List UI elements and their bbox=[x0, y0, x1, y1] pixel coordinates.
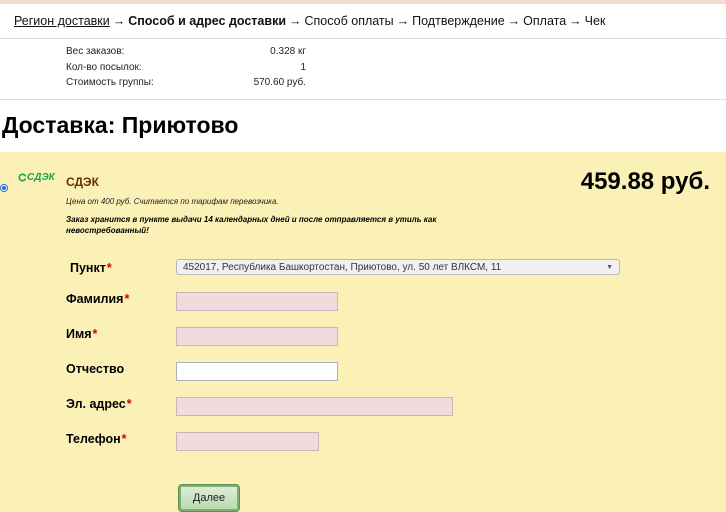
summary-row-group-cost: Стоимость группы: 570.60 руб. bbox=[66, 77, 306, 93]
firstname-field[interactable] bbox=[176, 327, 338, 346]
breadcrumb-step-payment: Способ оплаты bbox=[304, 14, 394, 28]
chevron-down-icon: ▼ bbox=[606, 264, 613, 271]
summary-value: 570.60 руб. bbox=[253, 77, 306, 88]
pickup-point-select[interactable]: 452017, Республика Башкортостан, Приютов… bbox=[176, 259, 620, 275]
breadcrumb-step-pay: Оплата bbox=[523, 14, 567, 28]
order-summary: Вес заказов: 0.328 кг Кол-во посылок: 1 … bbox=[66, 46, 306, 93]
delivery-price: 459.88 руб. bbox=[580, 168, 710, 195]
summary-row-weight: Вес заказов: 0.328 кг bbox=[66, 46, 306, 62]
firstname-label: Имя* bbox=[66, 327, 97, 341]
summary-row-parcels: Кол-во посылок: 1 bbox=[66, 62, 306, 78]
logo-text: СДЭК bbox=[27, 172, 55, 183]
phone-field[interactable] bbox=[176, 432, 319, 451]
storage-warning: Заказ хранится в пункте выдачи 14 календ… bbox=[66, 215, 437, 235]
carrier-name: СДЭК bbox=[66, 175, 99, 189]
required-mark: * bbox=[92, 327, 98, 341]
delivery-option-radio[interactable] bbox=[0, 184, 8, 192]
breadcrumb-step-region[interactable]: Регион доставки bbox=[14, 14, 110, 28]
summary-value: 1 bbox=[300, 61, 306, 73]
breadcrumb-separator: → bbox=[507, 14, 521, 28]
email-label: Эл. адрес* bbox=[66, 397, 132, 411]
label-text: Фамилия bbox=[66, 292, 124, 306]
top-strip bbox=[0, 0, 726, 4]
required-mark: * bbox=[106, 261, 112, 275]
phone-label: Телефон* bbox=[66, 432, 127, 446]
summary-label: Вес заказов: bbox=[66, 46, 125, 57]
middlename-field[interactable] bbox=[176, 362, 338, 381]
pickup-point-value: 452017, Республика Башкортостан, Приютов… bbox=[183, 262, 502, 273]
label-text: Отчество bbox=[66, 362, 125, 376]
label-text: Пункт bbox=[70, 261, 106, 275]
breadcrumb-separator: → bbox=[112, 14, 126, 28]
label-text: Имя bbox=[66, 327, 92, 341]
required-mark: * bbox=[124, 292, 130, 306]
summary-value: 0.328 кг bbox=[270, 46, 306, 57]
breadcrumb-separator: → bbox=[396, 14, 410, 28]
label-text: Телефон bbox=[66, 432, 121, 446]
breadcrumb-step-delivery-current: Способ и адрес доставки bbox=[128, 14, 287, 28]
breadcrumb-step-receipt: Чек bbox=[584, 14, 606, 28]
breadcrumb-separator: → bbox=[569, 14, 582, 28]
cdek-logo: СДЭК bbox=[18, 172, 55, 183]
next-button[interactable]: Далее bbox=[178, 484, 240, 512]
required-mark: * bbox=[121, 432, 127, 446]
breadcrumb: Регион доставки → Способ и адрес доставки →… bbox=[14, 14, 605, 28]
middlename-label: Отчество bbox=[66, 362, 124, 376]
summary-label: Стоимость группы: bbox=[66, 77, 154, 88]
email-field[interactable] bbox=[176, 397, 453, 416]
divider bbox=[0, 99, 726, 100]
delivery-option-panel bbox=[0, 152, 726, 512]
divider bbox=[0, 38, 726, 39]
page-title: Доставка: Приютово bbox=[2, 112, 239, 138]
breadcrumb-step-confirmation: Подтверждение bbox=[412, 14, 505, 28]
breadcrumb-separator: → bbox=[289, 14, 302, 28]
pickup-point-label: Пункт* bbox=[70, 261, 112, 275]
required-mark: * bbox=[126, 397, 132, 411]
summary-label: Кол-во посылок: bbox=[66, 61, 142, 73]
label-text: Эл. адрес bbox=[66, 397, 126, 411]
price-note: Цена от 400 руб. Считается по тарифам пе… bbox=[66, 197, 279, 206]
lastname-label: Фамилия* bbox=[66, 292, 129, 306]
cdek-logo-icon bbox=[18, 173, 27, 182]
lastname-field[interactable] bbox=[176, 292, 338, 311]
